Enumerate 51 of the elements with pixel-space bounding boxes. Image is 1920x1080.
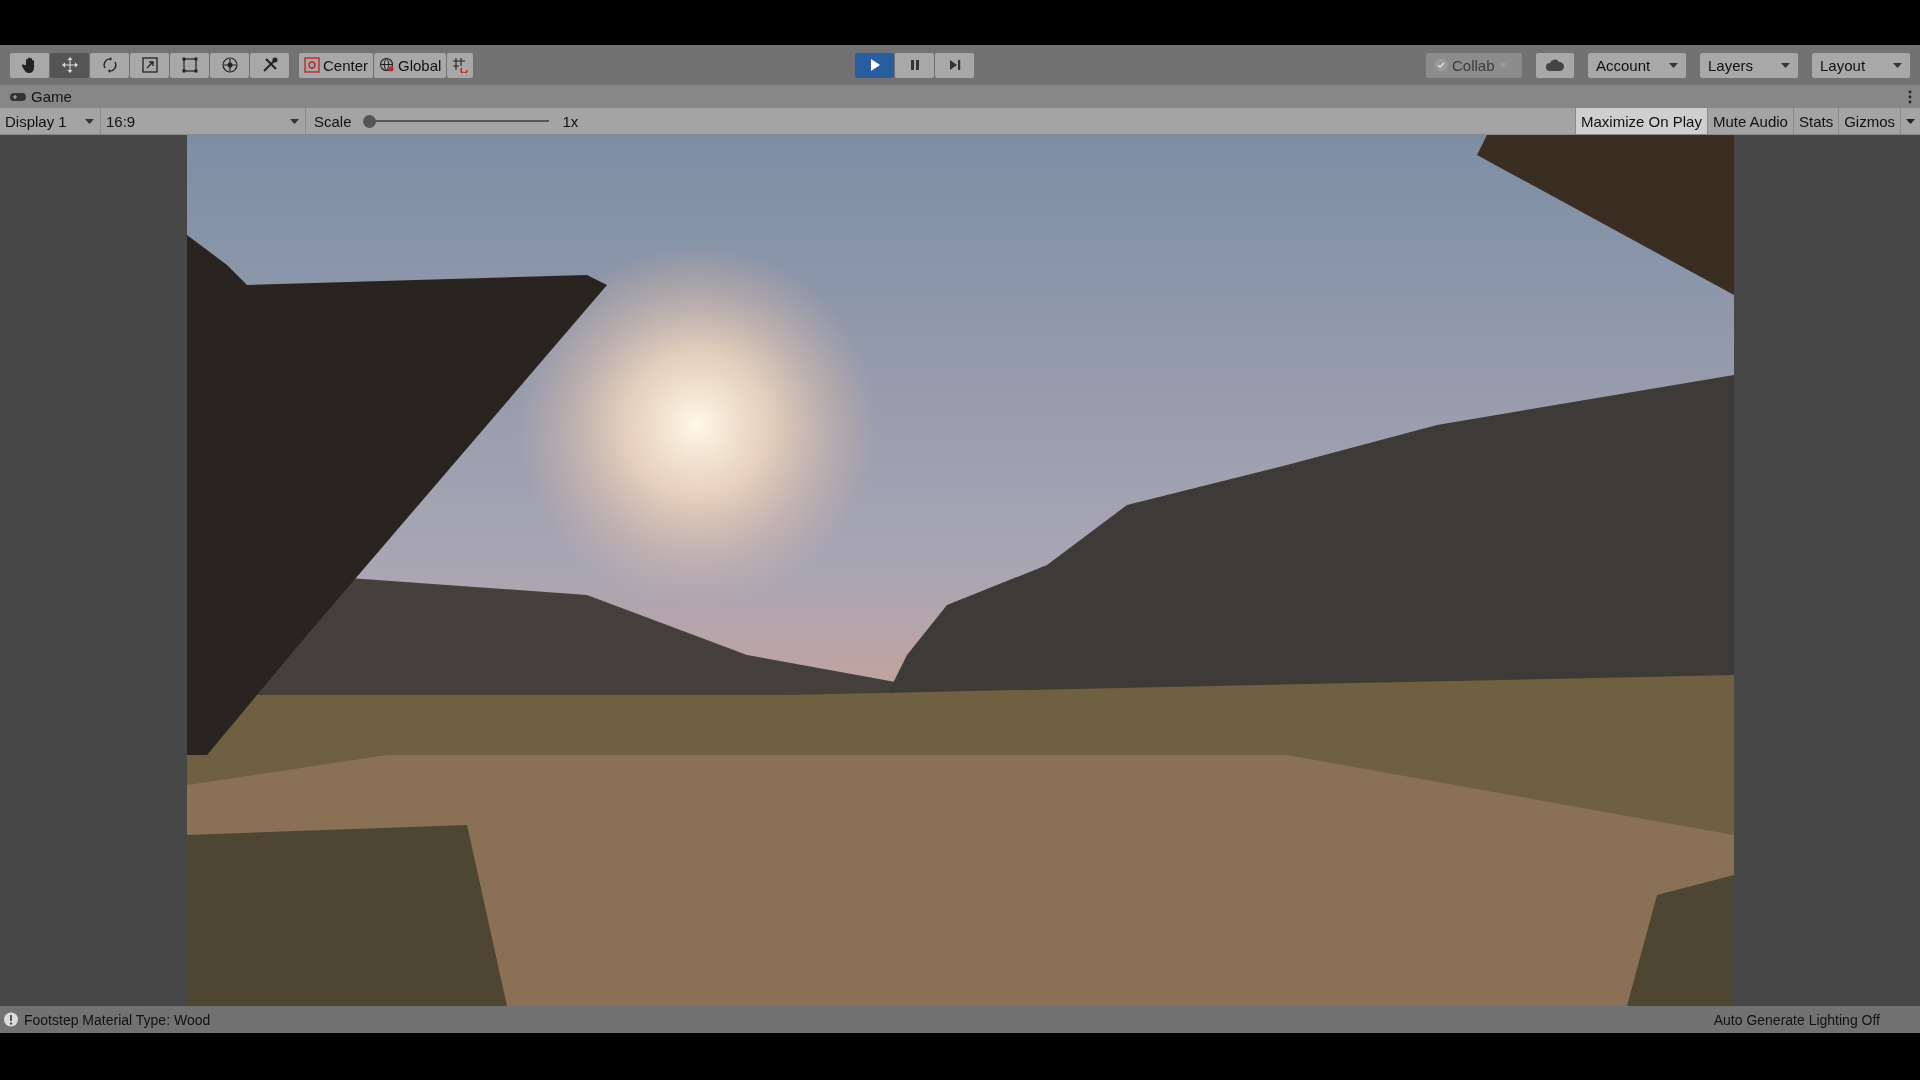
tool-button[interactable] [10,52,49,78]
gamepad-icon [10,91,26,102]
caret-icon [1781,62,1790,68]
scale-reading: 1x [562,112,579,130]
tab-label: Game [31,88,72,105]
dropdown-label: Account [1596,56,1651,74]
tool-button[interactable] [90,52,129,78]
tool-button[interactable] [170,52,209,78]
dropdown-label: Display 1 [5,112,67,130]
info-icon [3,1011,19,1028]
collab-label: Collab [1452,56,1495,74]
tool-button[interactable] [250,52,289,78]
rect-tool-icon [180,56,199,74]
globe-icon [379,57,396,73]
rotate-icon [100,56,119,74]
slider-thumb[interactable] [362,114,376,128]
step-button[interactable] [935,52,975,78]
scale-icon [140,56,159,74]
check-icon [1434,58,1448,72]
tool-button[interactable] [210,52,249,78]
caret-icon [1669,62,1678,68]
pivot-icon [304,57,320,73]
move-arrows-icon [60,56,79,74]
cloud-button[interactable] [1536,52,1574,78]
status-message: Footstep Material Type: Wood [24,1011,211,1028]
menu-dropdown[interactable]: Layout [1812,52,1910,78]
play-button[interactable] [855,52,895,78]
caret-icon [85,118,94,124]
dropdown-label: Layout [1820,56,1866,74]
dropdown-label: Layers [1708,56,1754,74]
caret-icon [1893,62,1902,68]
menu-dropdown[interactable]: Account [1588,52,1686,78]
scale-label: Scale [314,112,352,130]
snap-button[interactable] [447,52,474,78]
lighting-status: Auto Generate Lighting Off [1713,1011,1880,1028]
cloud-icon [1546,59,1564,71]
dropdown-label: 16:9 [106,112,136,130]
step-icon [947,58,962,72]
caret-icon [1906,118,1915,124]
caret-icon [290,118,299,124]
pause-button[interactable] [895,52,935,78]
global-button[interactable]: Global [374,52,447,78]
transform-icon [220,56,239,74]
toggle-button[interactable]: Maximize On Play [1575,108,1707,134]
game-tab[interactable]: Game [10,88,72,105]
tool-button[interactable] [130,52,169,78]
center-button[interactable]: Center [299,52,374,78]
tool-button[interactable] [50,52,89,78]
menu-dropdown[interactable]: Layers [1700,52,1798,78]
more-menu-icon [1908,89,1912,104]
grid-snap-icon [452,57,469,73]
